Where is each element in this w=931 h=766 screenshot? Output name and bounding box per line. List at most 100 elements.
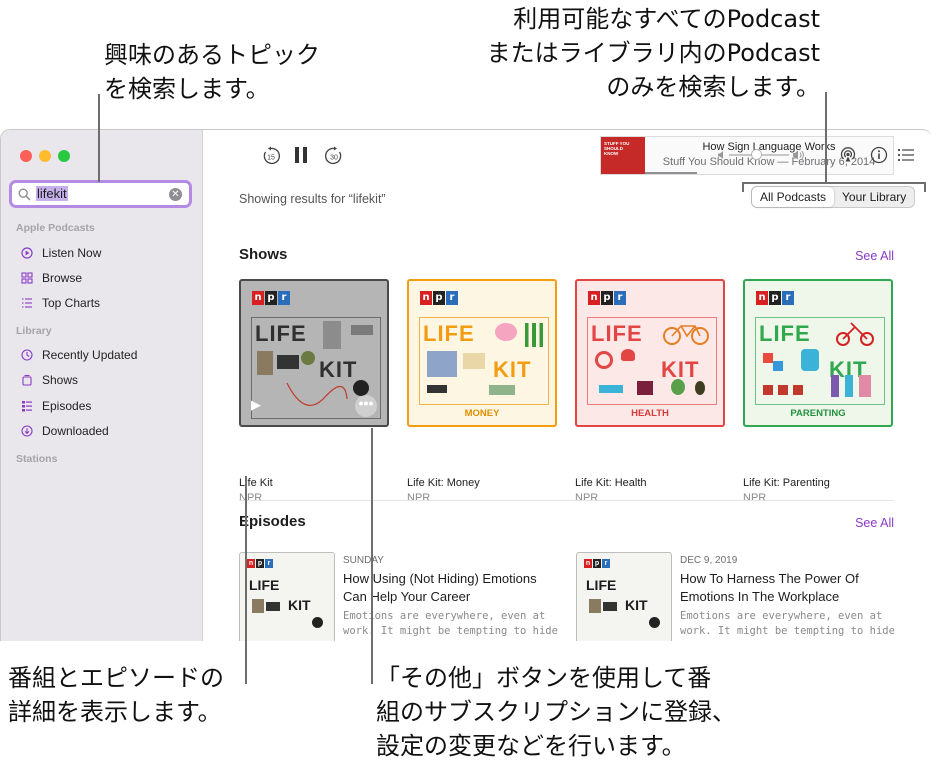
episode-date: SUNDAY xyxy=(343,555,384,566)
sidebar-item-label: Downloaded xyxy=(42,424,109,438)
show-publisher[interactable]: NPR xyxy=(239,492,262,504)
search-scope-control: All Podcasts Your Library xyxy=(751,186,916,208)
artwork-money-illustration xyxy=(489,385,515,395)
shows-heading: Shows xyxy=(239,246,288,263)
play-circle-icon xyxy=(20,246,34,260)
npr-letter-p: p xyxy=(593,559,601,568)
artwork-box-illustration xyxy=(252,599,264,613)
toolbar: 15 30 STUFF YOU SHOULD KNOW How Sign Lan… xyxy=(203,130,931,175)
pause-icon[interactable] xyxy=(295,147,299,163)
sidebar-item-recently-updated[interactable]: Recently Updated xyxy=(20,346,137,364)
artwork-knob-illustration xyxy=(312,617,323,628)
sidebar-item-top-charts[interactable]: Top Charts xyxy=(20,294,100,312)
airplay-icon[interactable] xyxy=(839,146,857,164)
callout-search: 興味のあるトピック を検索します。 xyxy=(104,38,320,106)
episode-title[interactable]: How Using (Not Hiding) Emotions Can Help… xyxy=(343,570,563,606)
info-icon[interactable] xyxy=(870,146,888,164)
artwork-knob-illustration xyxy=(649,617,660,628)
artwork-box-illustration xyxy=(257,351,273,375)
skip-forward-30-button[interactable]: 30 xyxy=(324,146,344,166)
list-icon xyxy=(20,296,34,310)
show-category-label: PARENTING xyxy=(790,408,846,419)
npr-letter-n: n xyxy=(420,291,432,305)
now-playing-art-text: STUFF YOU SHOULD KNOW xyxy=(604,141,630,156)
shows-see-all-link[interactable]: See All xyxy=(855,249,894,263)
npr-logo: n p r xyxy=(756,291,795,305)
sidebar-item-label: Shows xyxy=(42,373,79,387)
more-options-button[interactable]: ••• xyxy=(355,395,377,417)
podcasts-window: lifekit ✕ Apple Podcasts Listen Now Brow… xyxy=(0,129,931,641)
episodes-heading: Episodes xyxy=(239,513,306,530)
sidebar-item-shows[interactable]: Shows xyxy=(20,371,78,389)
episode-artwork: n p r LIFE KIT xyxy=(576,552,672,641)
artwork-kit-word: KIT xyxy=(493,357,532,382)
show-title[interactable]: Life Kit: Money xyxy=(407,477,480,489)
now-playing-artwork: STUFF YOU SHOULD KNOW xyxy=(601,137,645,174)
scope-all-podcasts-button[interactable]: All Podcasts xyxy=(752,187,835,207)
scope-your-library-button[interactable]: Your Library xyxy=(834,187,914,207)
sidebar-item-episodes[interactable]: Episodes xyxy=(20,397,91,415)
results-label: Showing results for “lifekit” xyxy=(239,192,386,206)
episode-title[interactable]: How To Harness The Power Of Emotions In … xyxy=(680,570,900,606)
callout-details-leader-line xyxy=(245,476,247,684)
npr-letter-r: r xyxy=(614,291,626,305)
sidebar-item-browse[interactable]: Browse xyxy=(20,269,82,287)
artwork-wallet-illustration xyxy=(277,355,299,369)
up-next-list-icon[interactable] xyxy=(897,148,915,162)
sidebar-section-library: Library xyxy=(16,325,52,337)
callout-search-leader-line xyxy=(98,94,100,182)
npr-letter-n: n xyxy=(588,291,600,305)
artwork-bicycle-illustration xyxy=(663,325,709,345)
search-input[interactable]: lifekit xyxy=(36,186,68,201)
show-title[interactable]: Life Kit: Parenting xyxy=(743,477,830,489)
episodes-list-icon xyxy=(20,399,34,413)
artwork-kit-word: KIT xyxy=(625,597,648,613)
sidebar: lifekit ✕ Apple Podcasts Listen Now Brow… xyxy=(1,130,203,641)
show-card-life-kit[interactable]: n p r LIFE KIT ▶ ••• xyxy=(239,279,389,427)
play-show-button[interactable]: ▶ xyxy=(251,397,261,413)
volume-low-icon xyxy=(718,151,723,159)
show-card-life-kit-money[interactable]: n p r LIFE KIT MONEY xyxy=(407,279,557,427)
close-window-button[interactable] xyxy=(20,150,32,162)
npr-logo: n p r xyxy=(252,291,291,305)
show-publisher[interactable]: NPR xyxy=(743,492,766,504)
npr-logo: n p r xyxy=(420,291,459,305)
skip-forward-label: 30 xyxy=(330,155,338,162)
minimize-window-button[interactable] xyxy=(39,150,51,162)
artwork-block-a-illustration xyxy=(763,353,773,363)
artwork-heart-illustration xyxy=(621,349,635,361)
artwork-cable-illustration xyxy=(286,382,348,406)
zoom-window-button[interactable] xyxy=(58,150,70,162)
volume-slider-knob[interactable] xyxy=(751,149,762,160)
skip-back-15-button[interactable]: 15 xyxy=(261,146,281,166)
npr-letter-r: r xyxy=(278,291,290,305)
callout-scope-bracket xyxy=(742,182,926,184)
artwork-dumbbell-illustration xyxy=(599,385,623,393)
callout-scope-line2: またはライブラリ内のPodcast xyxy=(486,39,820,67)
artwork-shoes-illustration xyxy=(637,381,653,395)
show-publisher[interactable]: NPR xyxy=(407,492,430,504)
show-publisher[interactable]: NPR xyxy=(575,492,598,504)
search-field[interactable]: lifekit ✕ xyxy=(9,180,192,208)
sidebar-item-downloaded[interactable]: Downloaded xyxy=(20,422,109,440)
show-card-life-kit-health[interactable]: n p r LIFE KIT HEALTH xyxy=(575,279,725,427)
show-category-label: MONEY xyxy=(464,408,500,419)
artwork-life-word: LIFE xyxy=(255,321,307,346)
npr-letter-r: r xyxy=(782,291,794,305)
show-card-life-kit-parenting[interactable]: n p r LIFE KIT PARENTING xyxy=(743,279,893,427)
episode-artwork: n p r LIFE KIT xyxy=(239,552,335,641)
episode-description: Emotions are everywhere, even at work. I… xyxy=(343,610,558,641)
search-results: Showing results for “lifekit” All Podcas… xyxy=(203,174,931,641)
show-title[interactable]: Life Kit: Health xyxy=(575,477,647,489)
callout-details-line2: 詳細を表示します。 xyxy=(8,698,222,726)
artwork-tag-illustration xyxy=(351,325,373,335)
skip-back-label: 15 xyxy=(267,155,275,162)
npr-letter-n: n xyxy=(247,559,255,568)
sidebar-item-listen-now[interactable]: Listen Now xyxy=(20,244,101,262)
artwork-clock-illustration xyxy=(595,351,613,369)
clock-icon xyxy=(20,348,34,362)
pause-icon-bar xyxy=(303,147,307,163)
clear-search-icon[interactable]: ✕ xyxy=(169,188,182,201)
episodes-see-all-link[interactable]: See All xyxy=(855,516,894,530)
callout-search-line1: 興味のあるトピック xyxy=(104,41,320,69)
